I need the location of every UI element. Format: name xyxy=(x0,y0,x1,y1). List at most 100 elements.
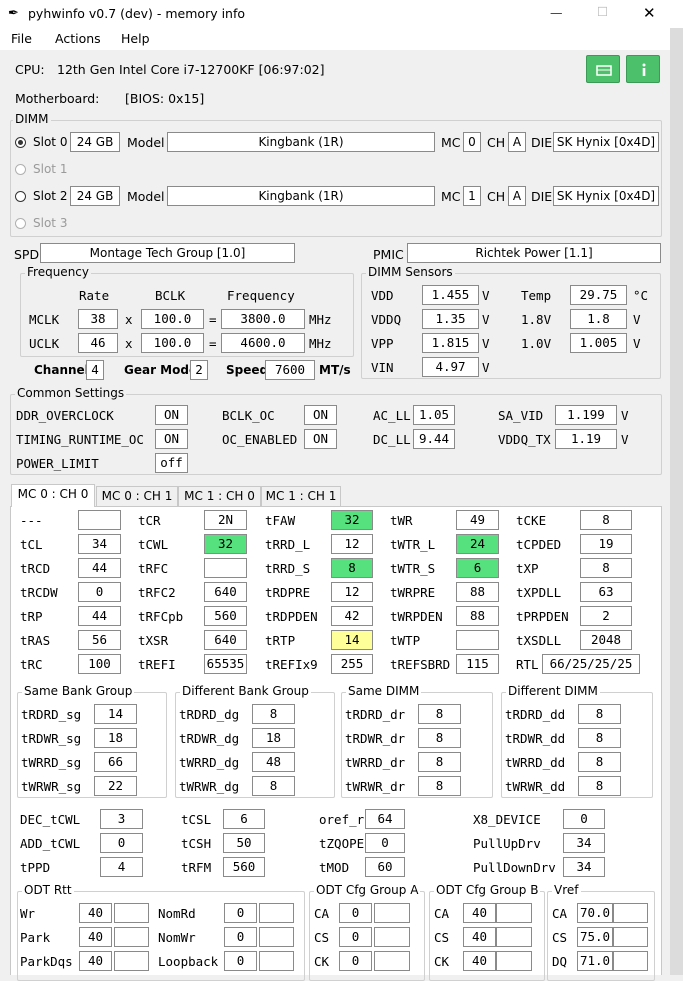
timing-value-rtl: 66/25/25/25 xyxy=(542,654,640,674)
timing-label-txpdll: tXPDLL xyxy=(516,585,562,600)
slot-1-label: Slot 1 xyxy=(33,162,68,176)
power_limit-value: off xyxy=(155,453,188,473)
odt_rtt-title: ODT Rtt xyxy=(22,883,74,897)
minimize-button[interactable]: — xyxy=(550,5,563,20)
group-label-twrrd_dg: tWRRD_dg xyxy=(179,755,240,770)
ac_ll-value: 1.05 xyxy=(413,405,455,425)
vddq_tx-label: VDDQ_TX xyxy=(498,432,551,447)
mhz-unit: MHz xyxy=(309,336,332,351)
vdd-unit: V xyxy=(482,288,490,303)
timing-value-twtr_s: 6 xyxy=(456,558,499,578)
uclk-bclk: 100.0 xyxy=(141,333,204,353)
odt_a-extra-box xyxy=(374,951,410,971)
info-button[interactable] xyxy=(626,55,660,83)
ac_ll-label: AC_LL xyxy=(373,408,411,423)
sa_vid-value: 1.199 xyxy=(555,405,617,425)
odt-rtt-label-park: Park xyxy=(20,930,51,945)
slot-2-model: Kingbank (1R) xyxy=(167,186,435,206)
misc-label-pullupdrv: PullUpDrv xyxy=(473,836,541,851)
odt_a-title: ODT Cfg Group A xyxy=(314,883,421,897)
oc_enabled-label: OC_ENABLED xyxy=(222,432,298,447)
odt_a-label-ca: CA xyxy=(314,906,330,921)
slot-0-die: SK Hynix [0x4D] xyxy=(553,132,659,152)
vref-label-ca: CA xyxy=(552,906,568,921)
odt_b-extra-box xyxy=(496,951,532,971)
odt-rtt-extra-box xyxy=(114,903,149,923)
slot-2-die: SK Hynix [0x4D] xyxy=(553,186,659,206)
timing-label-tcwl: tCWL xyxy=(138,537,169,552)
channels-value: 4 xyxy=(86,360,104,380)
timing-value-txsdll: 2048 xyxy=(580,630,632,650)
timing-value-tras: 56 xyxy=(78,630,121,650)
vref-title: Vref xyxy=(552,883,581,897)
slot-0-label[interactable]: Slot 0 xyxy=(33,135,67,149)
odt-rtt-value-parkdqs: 40 xyxy=(79,951,112,971)
bclk_oc-label: BCLK_OC xyxy=(222,408,275,423)
group-label-twrrd_sg: tWRRD_sg xyxy=(21,755,82,770)
timing-label-trc: tRC xyxy=(20,657,43,672)
cpu-label: CPU: xyxy=(15,62,45,77)
group-value-twrwr_dr: 8 xyxy=(418,776,461,796)
slot-2-ch: A xyxy=(508,186,526,206)
menu-actions[interactable]: Actions xyxy=(55,31,101,46)
odt_b-value-ca: 40 xyxy=(463,903,496,923)
eq-sign: = xyxy=(209,312,217,327)
dc_ll-label: DC_LL xyxy=(373,432,411,447)
vdd-value: 1.455 xyxy=(422,285,479,305)
group-label-twrwr_dr: tWRWR_dr xyxy=(345,779,406,794)
group-label-trdrd_sg: tRDRD_sg xyxy=(21,707,82,722)
timing-value-tfaw: 32 xyxy=(331,510,373,530)
menu-help[interactable]: Help xyxy=(121,31,150,46)
mclk-bclk: 100.0 xyxy=(141,309,204,329)
group-value-twrwr_dg: 8 xyxy=(252,776,295,796)
group-value-trdrd_dd: 8 xyxy=(578,704,621,724)
menu-file[interactable]: File xyxy=(11,31,32,46)
vref-label-cs: CS xyxy=(552,930,568,945)
misc-value-dec_tcwl: 3 xyxy=(100,809,143,829)
odt_b-value-cs: 40 xyxy=(463,927,496,947)
timing-value-trcdw: 0 xyxy=(78,582,121,602)
timing-value-tcr: 2N xyxy=(204,510,247,530)
title-bar: ✒ pyhwinfo v0.7 (dev) - memory info — ☐ … xyxy=(0,0,683,28)
group-value-trdwr_dr: 8 xyxy=(418,728,461,748)
save-button[interactable] xyxy=(586,55,620,83)
ch-label: CH xyxy=(487,189,506,204)
temp-value: 29.75 xyxy=(570,285,627,305)
tab-mc0-ch0[interactable]: MC 0 : CH 0 xyxy=(11,484,95,507)
odt-rtt-extra-box xyxy=(114,951,149,971)
group-label-trdwr_dr: tRDWR_dr xyxy=(345,731,406,746)
odt_a-label-ck: CK xyxy=(314,954,330,969)
close-button[interactable]: ✕ xyxy=(643,4,656,22)
group-3-title: Different DIMM xyxy=(506,684,600,698)
common-settings-title: Common Settings xyxy=(15,386,127,400)
group-0-title: Same Bank Group xyxy=(22,684,135,698)
tab-mc1-ch1[interactable]: MC 1 : CH 1 xyxy=(261,486,341,506)
timing-value-trrd_s: 8 xyxy=(331,558,373,578)
maximize-button[interactable]: ☐ xyxy=(597,4,608,19)
pmic-value: Richtek Power [1.1] xyxy=(407,243,661,263)
window-title: pyhwinfo v0.7 (dev) - memory info xyxy=(28,6,246,21)
timing-value-trefsbrd: 115 xyxy=(456,654,499,674)
misc-value-x8_device: 0 xyxy=(563,809,605,829)
sa_vid-label: SA_VID xyxy=(498,408,544,423)
misc-label-tcsh: tCSH xyxy=(181,836,212,851)
tab-mc0-ch1[interactable]: MC 0 : CH 1 xyxy=(96,486,178,506)
v10-value: 1.005 xyxy=(570,333,627,353)
timing-value-tcwl: 32 xyxy=(204,534,247,554)
v10-label: 1.0V xyxy=(521,336,552,351)
timing-value-trc: 100 xyxy=(78,654,121,674)
speed-unit: MT/s xyxy=(319,363,351,377)
group-value-trdrd_dr: 8 xyxy=(418,704,461,724)
slot-2-label[interactable]: Slot 2 xyxy=(33,189,67,203)
motherboard-label: Motherboard: xyxy=(15,91,100,106)
odt_a-label-cs: CS xyxy=(314,930,330,945)
motherboard-value: [BIOS: 0x15] xyxy=(125,91,205,106)
group-label-twrrd_dd: tWRRD_dd xyxy=(505,755,566,770)
tab-mc1-ch0[interactable]: MC 1 : CH 0 xyxy=(178,486,261,506)
odt_a-value-cs: 0 xyxy=(339,927,372,947)
timing-label-trdpden: tRDPDEN xyxy=(265,609,318,624)
slot-2-radio[interactable] xyxy=(15,191,26,202)
vref-value-cs: 75.0 xyxy=(577,927,613,947)
timing-value---- xyxy=(78,510,121,530)
misc-label-oref_ri: oref_ri xyxy=(319,812,372,827)
